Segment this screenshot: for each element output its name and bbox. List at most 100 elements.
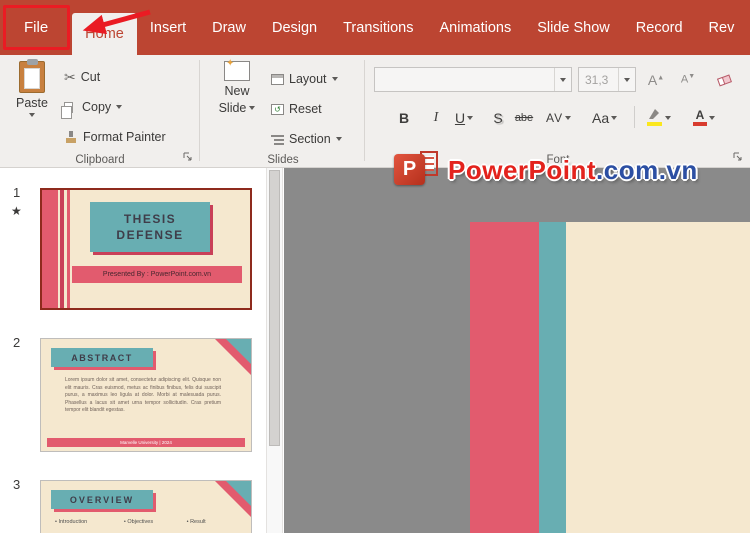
strikethrough-button[interactable]: abe [512,105,536,130]
slide1-stripe [60,190,64,308]
layout-button[interactable]: Layout [271,67,338,91]
paste-label: Paste [16,96,48,110]
new-slide-button[interactable]: New Slide [209,58,265,115]
tab-insert[interactable]: Insert [137,0,199,55]
clipboard-group: Paste ✂ Cut Copy Format Painter Clipboar… [0,55,200,167]
clipboard-dialog-launcher[interactable] [182,151,194,163]
slide-2-number: 2 [13,335,21,350]
tab-review[interactable]: Rev [696,0,748,55]
powerpoint-logo: P PowerPoint.com.vn [394,150,698,190]
slide-cream-area [566,222,750,533]
slide3-bullet-list: Introduction Objectives Result Problem H… [55,519,243,533]
slide1-pink-band [42,190,58,308]
annotation-highlight-box [3,5,70,50]
copy-icon [61,101,73,119]
bullet-item: Result [187,519,243,525]
panel-scrollbar-thumb[interactable] [269,170,280,446]
slide-3-number: 3 [13,477,21,492]
logo-suffix: .com.vn [596,154,698,185]
slides-group-label: Slides [267,154,299,166]
font-name-dropdown[interactable] [554,68,571,91]
slide2-heading: ABSTRACT [51,348,153,367]
tab-animations[interactable]: Animations [427,0,525,55]
section-button[interactable]: Section [271,127,342,151]
decrease-font-icon: A▼ [680,73,696,86]
text-highlight-color-button[interactable] [646,105,671,130]
font-color-button[interactable]: A [692,105,716,130]
slide-thumbnail-1[interactable]: THESIS DEFENSE Presented By : PowerPoint… [40,188,252,310]
logo-text: PowerPoint.com.vn [448,155,698,186]
group-divider [199,60,200,161]
ribbon-tab-bar: File Home Insert Draw Design Transitions… [0,0,750,55]
font-color-icon: A [693,109,707,126]
slide-thumbnail-2[interactable]: ABSTRACT Lorem ipsum dolor sit amet, con… [40,338,252,452]
chevron-down-icon [331,77,338,81]
slides-group: New Slide Layout ↺ Reset Section Slides [201,55,365,167]
chevron-down-icon [665,115,671,120]
tab-record[interactable]: Record [623,0,696,55]
panel-scrollbar-track[interactable] [266,168,283,533]
chevron-down-icon [467,115,474,120]
current-slide[interactable] [470,222,750,533]
increase-font-size-button[interactable]: A▲ [642,67,670,92]
bullet-item: Objectives [124,519,187,525]
slide1-subtitle: Presented By : PowerPoint.com.vn [72,266,242,283]
slide2-body-text: Lorem ipsum dolor sit amet, consectetur … [65,377,221,413]
underline-button[interactable]: U [452,105,476,130]
slide1-stripe [67,190,70,308]
tab-home[interactable]: Home [72,13,137,55]
cut-button[interactable]: ✂ Cut [64,65,100,89]
slide-pink-band [470,222,539,533]
slide-thumbnail-3[interactable]: OVERVIEW Introduction Objectives Result … [40,480,252,533]
decrease-font-size-button[interactable]: A▼ [674,67,702,92]
scissors-icon: ✂ [64,69,76,85]
font-name-combobox[interactable] [374,67,572,92]
button-divider [634,106,635,128]
chevron-down-icon [335,137,342,141]
italic-button[interactable]: I [424,105,448,130]
slide-editing-canvas[interactable] [284,168,750,533]
character-spacing-button[interactable]: AV [546,105,572,130]
powerpoint-app-icon: P [394,150,440,190]
tab-design[interactable]: Design [259,0,330,55]
change-case-button[interactable]: Aa [592,105,618,130]
paste-button[interactable]: Paste [6,59,58,117]
text-shadow-button[interactable]: S [486,105,510,130]
increase-font-icon: A▲ [647,71,665,88]
tab-draw[interactable]: Draw [199,0,259,55]
corner-decoration [226,481,251,506]
slide-1-number: 1 [13,185,21,200]
eraser-icon [716,74,732,87]
font-dialog-launcher[interactable] [732,151,744,163]
font-size-dropdown[interactable] [618,68,635,91]
paintbrush-icon [66,131,76,143]
clipboard-group-label: Clipboard [75,154,125,166]
slide3-heading: OVERVIEW [51,490,153,509]
format-painter-button[interactable]: Format Painter [64,125,166,149]
chevron-down-icon [560,77,566,82]
font-size-value: 31,3 [585,72,609,87]
slide-teal-stripe [539,222,566,533]
clipboard-icon [19,59,45,93]
bold-button[interactable]: B [392,105,416,130]
logo-brand: PowerPoint [448,154,597,185]
dialog-launcher-icon [733,152,742,161]
chevron-down-icon [611,115,618,120]
corner-decoration [226,339,251,364]
animation-star-icon[interactable]: ★ [11,204,22,218]
group-divider [364,60,365,161]
tab-slideshow[interactable]: Slide Show [524,0,623,55]
layout-icon [271,73,284,85]
chevron-down-icon [565,115,572,120]
reset-icon: ↺ [271,103,284,115]
copy-button[interactable]: Copy [61,95,123,119]
tab-transitions[interactable]: Transitions [330,0,426,55]
bullet-item: Introduction [55,519,124,525]
reset-button[interactable]: ↺ Reset [271,97,322,121]
clear-formatting-button[interactable] [710,67,738,92]
chevron-down-icon [624,77,630,82]
section-icon [271,134,284,145]
chevron-down-icon [249,106,256,110]
font-size-combobox[interactable]: 31,3 [578,67,636,92]
chevron-down-icon [709,115,715,120]
